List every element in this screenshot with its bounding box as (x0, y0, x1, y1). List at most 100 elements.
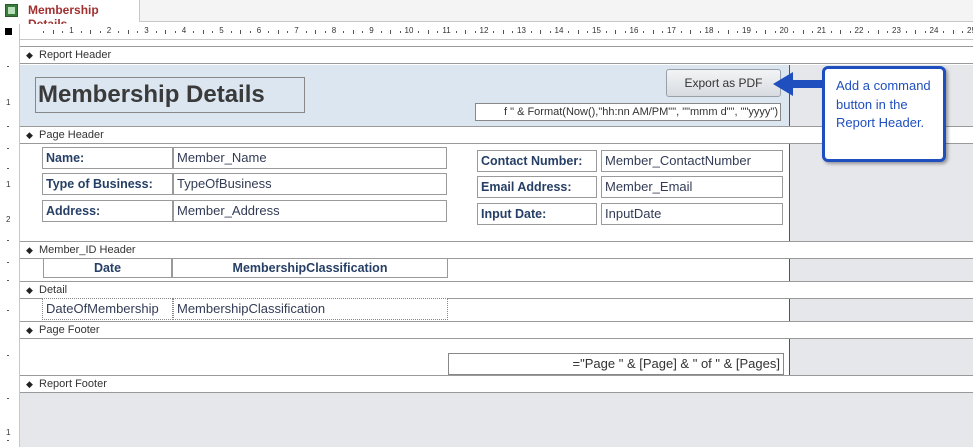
section-collapse-icon: ◆ (26, 245, 33, 255)
address-label[interactable]: Address: (42, 200, 173, 222)
member-name-field[interactable]: Member_Name (173, 147, 447, 169)
ruler-number: 2 (6, 215, 11, 224)
ruler-number: 11 (442, 26, 451, 35)
ruler-tick (315, 30, 317, 34)
ruler-tick (437, 31, 439, 33)
membership-classification-field[interactable]: MembershipClassification (173, 298, 448, 320)
ruler-corner-select-button[interactable] (0, 24, 20, 40)
section-collapse-icon: ◆ (26, 325, 33, 335)
document-tab[interactable]: Membership Details (0, 0, 140, 31)
input-date-field[interactable]: InputDate (601, 203, 783, 225)
ruler-tick (765, 30, 767, 34)
ruler-tick (793, 31, 795, 33)
ruler-tick (390, 30, 392, 34)
export-pdf-button[interactable]: Export as PDF (666, 69, 781, 97)
ruler-number: 24 (929, 26, 939, 35)
section-bar-detail[interactable]: ◆ Detail (20, 281, 973, 299)
ruler-tick (690, 30, 692, 34)
ruler-tick (455, 31, 457, 33)
ruler-number: 12 (479, 26, 489, 35)
ruler-tick (493, 31, 495, 33)
ruler-tick (7, 148, 9, 149)
ruler-tick (502, 30, 504, 34)
report-title-label[interactable]: Membership Details (35, 77, 305, 113)
section-bar-page-footer[interactable]: ◆ Page Footer (20, 321, 973, 339)
member-contact-number-field[interactable]: Member_ContactNumber (601, 150, 783, 172)
section-label: Page Header (39, 129, 104, 141)
ruler-number: 3 (144, 26, 149, 35)
section-label: Page Footer (39, 324, 100, 336)
section-bar-member-id-header[interactable]: ◆ Member_ID Header (20, 241, 973, 259)
section-collapse-icon: ◆ (26, 50, 33, 60)
ruler-number: 8 (331, 26, 337, 35)
ruler-tick (540, 30, 542, 34)
section-bar-report-footer[interactable]: ◆ Report Footer (20, 375, 973, 393)
ruler-tick (474, 31, 476, 33)
ruler-tick (7, 355, 9, 356)
page-number-expression-textbox[interactable]: ="Page " & [Page] & " of " & [Pages] (448, 353, 784, 375)
ruler-tick (774, 31, 776, 33)
ruler-tick (277, 30, 279, 34)
ruler-tick (652, 30, 654, 34)
document-tab-bar (0, 0, 973, 22)
ruler-tick (915, 30, 917, 34)
section-bar-report-header[interactable]: ◆ Report Header (20, 46, 973, 64)
date-expression-textbox[interactable]: f " & Format(Now(),"hh:nn AM/PM"", ""mmm… (475, 103, 781, 121)
ruler-number: 1 (6, 180, 11, 189)
ruler-tick (605, 31, 607, 33)
ruler-number: 10 (404, 26, 414, 35)
ruler-number: 1 (6, 428, 11, 437)
type-of-business-field[interactable]: TypeOfBusiness (173, 173, 447, 195)
ruler-number: 4 (181, 26, 187, 35)
membership-classification-column-header[interactable]: MembershipClassification (172, 258, 448, 278)
ruler-tick (287, 31, 289, 33)
ruler-tick (7, 168, 9, 169)
ruler-tick (427, 30, 429, 34)
horizontal-ruler[interactable]: 1 2 3 4 5 6 7 8 9 10 11 12 13 14 15 16 17 18 19 20 21 22 23 24 2… (20, 24, 973, 40)
ruler-tick (352, 30, 354, 34)
ruler-tick (643, 31, 645, 33)
unused-area (789, 259, 973, 281)
ruler-tick (465, 30, 467, 34)
member-email-field[interactable]: Member_Email (601, 176, 783, 198)
type-of-business-label[interactable]: Type of Business: (42, 173, 173, 195)
ruler-tick (615, 30, 617, 34)
email-address-label[interactable]: Email Address: (477, 176, 597, 198)
ruler-tick (418, 31, 420, 33)
ruler-number: 16 (629, 26, 639, 35)
ruler-tick (680, 31, 682, 33)
ruler-tick (549, 31, 551, 33)
callout-arrow (790, 80, 824, 88)
date-column-header[interactable]: Date (43, 258, 172, 278)
ruler-tick (662, 31, 664, 33)
date-of-membership-field[interactable]: DateOfMembership (42, 298, 173, 320)
ruler-tick (174, 31, 176, 33)
ruler-tick (7, 240, 9, 241)
ruler-tick (568, 31, 570, 33)
section-collapse-icon: ◆ (26, 285, 33, 295)
ruler-tick (212, 31, 214, 33)
name-label[interactable]: Name: (42, 147, 173, 169)
select-report-icon (5, 28, 12, 35)
ruler-number: 19 (742, 26, 751, 35)
ruler-tick (924, 31, 926, 33)
ruler-number: 15 (592, 26, 601, 35)
ruler-tick (943, 31, 945, 33)
ruler-number: 25 (967, 26, 973, 35)
unused-area (789, 299, 973, 321)
ruler-tick (7, 398, 9, 399)
ruler-tick (62, 31, 64, 33)
ruler-tick (52, 30, 54, 34)
member-address-field[interactable]: Member_Address (173, 200, 447, 222)
input-date-label[interactable]: Input Date: (477, 203, 597, 225)
ruler-number: 6 (256, 26, 262, 35)
vertical-ruler[interactable]: 1 1 2 1 (0, 40, 20, 447)
ruler-number: 21 (817, 26, 826, 35)
ruler-tick (905, 31, 907, 33)
ruler-number: 14 (554, 26, 564, 35)
section-collapse-icon: ◆ (26, 379, 33, 389)
contact-number-label[interactable]: Contact Number: (477, 150, 597, 172)
ruler-tick (7, 126, 9, 127)
ruler-tick (155, 31, 157, 33)
ruler-tick (324, 31, 326, 33)
